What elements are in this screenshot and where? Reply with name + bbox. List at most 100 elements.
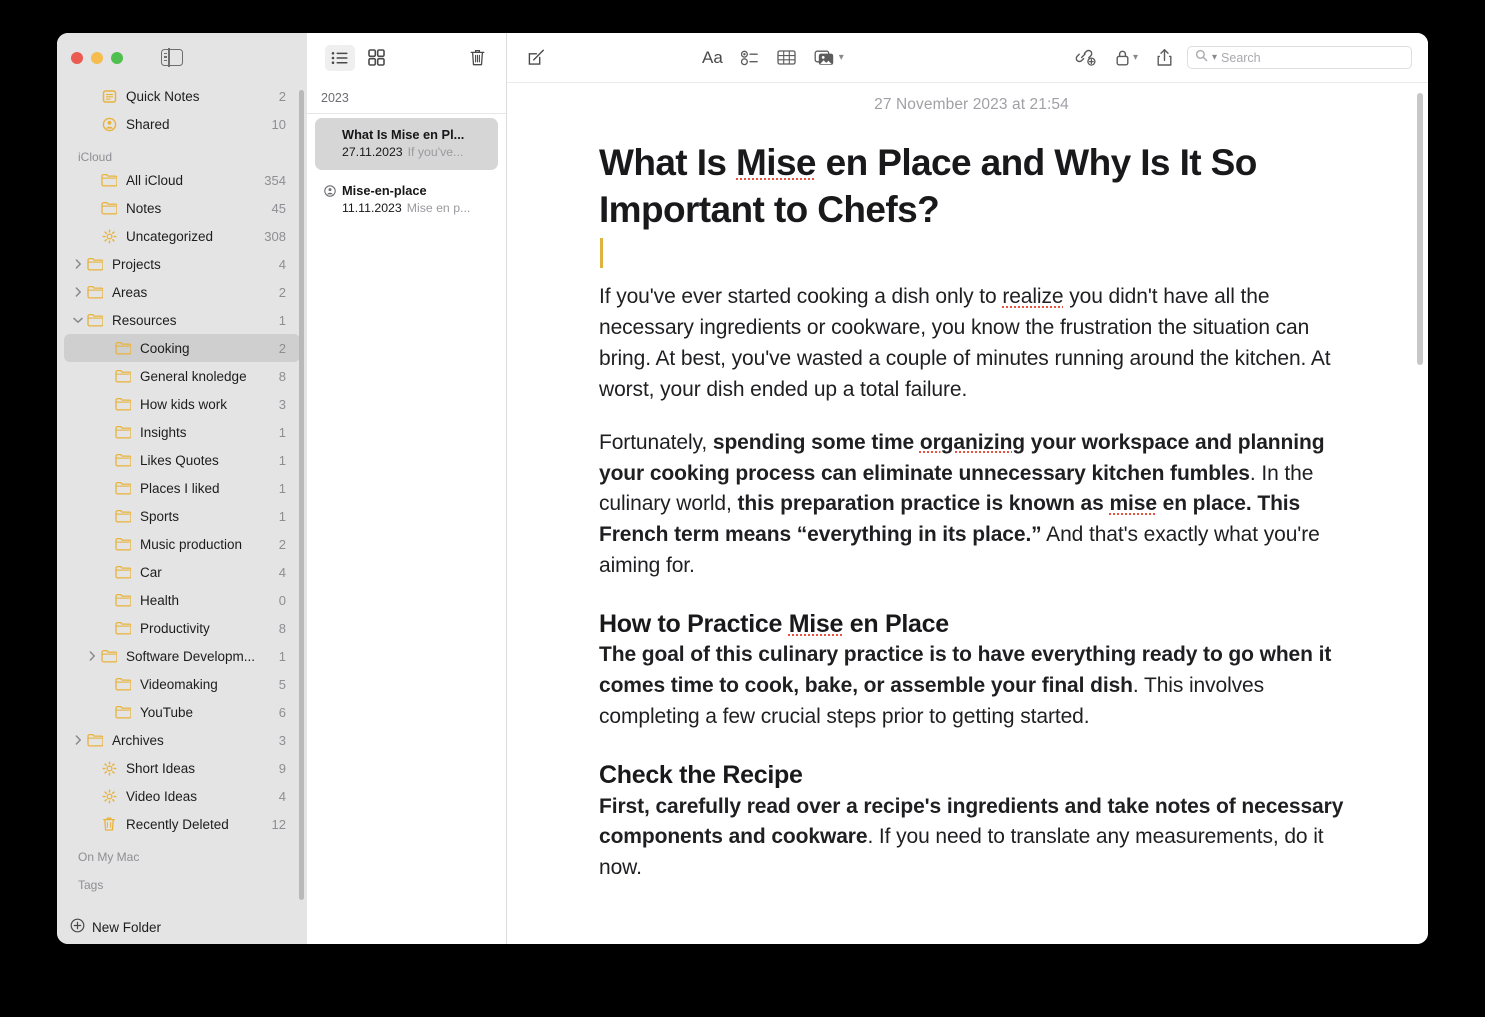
grid-view-icon[interactable] [361,45,391,71]
editor-scrollbar[interactable] [1417,93,1423,365]
note-item-meta: 27.11.2023If you've... [342,144,489,161]
folder-icon [113,479,133,497]
note-list-toolbar [307,33,506,82]
sidebar-item-how-kids-work[interactable]: How kids work3 [64,390,300,418]
sidebar-item-label: Music production [140,537,271,552]
note-paragraph-4: First, carefully read over a recipe's in… [599,792,1344,885]
sidebar-item-insights[interactable]: Insights1 [64,418,300,446]
sidebar-item-projects[interactable]: Projects4 [64,250,300,278]
sidebar-item-car[interactable]: Car4 [64,558,300,586]
sidebar-item-label: Shared [126,117,264,132]
media-icon[interactable]: ▾ [814,44,844,72]
folder-icon [113,451,133,469]
sidebar-item-label: Likes Quotes [140,453,271,468]
h2-1-text-b: en Place [843,610,949,638]
checklist-icon[interactable] [741,44,759,72]
compose-icon[interactable] [521,45,551,71]
folder-icon [113,563,133,581]
sidebar-item-count: 1 [279,453,286,468]
sidebar-item-places-i-liked[interactable]: Places I liked1 [64,474,300,502]
note-item-title: What Is Mise en Pl... [342,126,489,143]
note-list-column: 2023 What Is Mise en Pl...27.11.2023If y… [307,33,507,944]
sidebar-item-label: Videomaking [140,677,271,692]
sidebar-item-label: Short Ideas [126,761,271,776]
sidebar-item-sports[interactable]: Sports1 [64,502,300,530]
sidebar-item-count: 3 [279,397,286,412]
note-item-title: Mise-en-place [342,182,489,199]
p2-misspelled-word-1: organizing [920,431,1025,454]
sidebar-item-uncategorized[interactable]: Uncategorized308 [64,222,300,250]
sidebar-scrollbar[interactable] [299,90,304,900]
paragraph-spacer [599,733,1344,755]
disclosure-triangle-right-icon[interactable] [71,259,85,269]
list-view-icon[interactable] [325,45,355,71]
folder-icon [99,647,119,665]
p2-bold-c: this preparation practice is known as [737,492,1109,515]
sidebar-item-resources[interactable]: Resources1 [64,306,300,334]
table-icon[interactable] [777,44,796,72]
sidebar-item-count: 0 [279,593,286,608]
folder-icon [85,255,105,273]
sidebar-item-youtube[interactable]: YouTube6 [64,698,300,726]
disclosure-triangle-right-icon[interactable] [85,651,99,661]
h2-1-misspelled-word: Mise [789,610,843,638]
disclosure-triangle-down-icon[interactable] [71,317,85,324]
sidebar-item-cooking[interactable]: Cooking2 [64,334,300,362]
note-paragraph-1: If you've ever started cooking a dish on… [599,282,1344,405]
sidebar-item-productivity[interactable]: Productivity8 [64,614,300,642]
sidebar-item-count: 1 [279,509,286,524]
sidebar-item-label: All iCloud [126,173,256,188]
sidebar-item-label: Video Ideas [126,789,271,804]
sidebar-item-count: 2 [279,341,286,356]
note-paragraph-3: The goal of this culinary practice is to… [599,640,1344,733]
p2-text-a: Fortunately, [599,431,713,454]
sidebar-toggle-icon[interactable] [161,49,183,66]
editor-scroll-area: 27 November 2023 at 21:54 What Is Mise e… [507,82,1428,944]
format-label: Aa [702,48,723,68]
sidebar-item-label: Uncategorized [126,229,256,244]
sidebar-item-software-developm[interactable]: Software Developm...1 [64,642,300,670]
lock-icon[interactable]: ▾ [1115,44,1138,72]
sidebar-item-count: 8 [279,369,286,384]
sidebar-item-quick-notes[interactable]: Quick Notes 2 [64,82,300,110]
note-list-item[interactable]: What Is Mise en Pl...27.11.2023If you've… [315,118,498,170]
folder-icon [113,395,133,413]
share-icon[interactable] [1156,44,1173,72]
search-input[interactable]: ▾ Search [1187,46,1412,69]
sidebar-item-likes-quotes[interactable]: Likes Quotes 1 [64,446,300,474]
note-list-item[interactable]: Mise-en-place11.11.2023Mise en p... [315,174,498,226]
sidebar-section-tags: Tags [57,866,307,892]
sidebar-item-general-knoledge[interactable]: General knoledge8 [64,362,300,390]
sidebar-item-recently-deleted[interactable]: Recently Deleted12 [64,810,300,838]
minimize-button[interactable] [91,52,103,64]
sidebar-item-videomaking[interactable]: Videomaking5 [64,670,300,698]
close-button[interactable] [71,52,83,64]
sidebar-item-label: Recently Deleted [126,817,264,832]
search-scope-chevron-icon[interactable]: ▾ [1212,52,1217,63]
sidebar-item-notes[interactable]: Notes45 [64,194,300,222]
sidebar-item-health[interactable]: Health0 [64,586,300,614]
sidebar-item-count: 8 [279,621,286,636]
chevron-down-icon[interactable]: ▾ [839,52,844,63]
chevron-down-icon[interactable]: ▾ [1133,52,1138,63]
trash-icon[interactable] [462,45,492,71]
sidebar-item-video-ideas[interactable]: Video Ideas4 [64,782,300,810]
note-document[interactable]: 27 November 2023 at 21:54 What Is Mise e… [507,83,1428,884]
quick-note-icon [99,87,119,105]
sidebar-item-archives[interactable]: Archives3 [64,726,300,754]
disclosure-triangle-right-icon[interactable] [71,287,85,297]
note-item-meta: 11.11.2023Mise en p... [342,200,489,217]
zoom-button[interactable] [111,52,123,64]
shared-person-icon [324,182,337,217]
sidebar-item-all-icloud[interactable]: All iCloud354 [64,166,300,194]
sidebar-item-shared[interactable]: Shared 10 [64,110,300,138]
sidebar-item-label: Archives [112,733,271,748]
new-folder-button[interactable]: New Folder [57,910,307,944]
disclosure-triangle-right-icon[interactable] [71,735,85,745]
sidebar-item-short-ideas[interactable]: Short Ideas9 [64,754,300,782]
sidebar-item-music-production[interactable]: Music production2 [64,530,300,558]
format-text-button[interactable]: Aa [702,44,723,72]
sidebar-item-areas[interactable]: Areas2 [64,278,300,306]
add-collaborator-icon[interactable] [1075,44,1097,72]
sidebar-icloud-list: All iCloud354 Notes45 Uncategorized308 P… [57,166,307,838]
